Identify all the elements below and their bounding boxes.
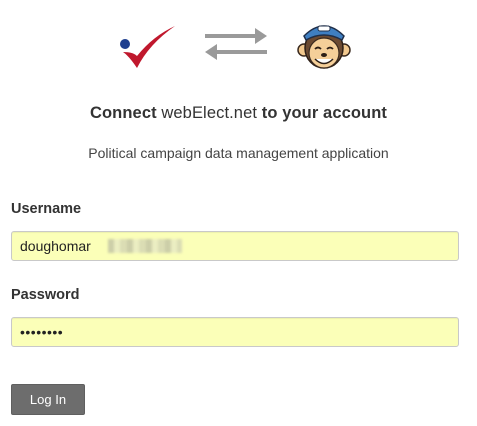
- title-suffix: to your account: [261, 104, 388, 122]
- username-label: Username: [11, 201, 82, 217]
- swap-arrows-icon: [205, 28, 267, 60]
- page-title: Connect webElect.net to your account: [0, 104, 477, 123]
- mailchimp-logo: [297, 25, 351, 69]
- username-input[interactable]: [11, 231, 459, 261]
- connect-account-page: Connect webElect.net to your account Pol…: [0, 0, 477, 426]
- login-button[interactable]: Log In: [11, 384, 85, 415]
- app-description: Political campaign data management appli…: [88, 145, 389, 161]
- logo-row: [0, 18, 477, 74]
- title-app-name: webElect.net: [161, 104, 258, 122]
- password-label: Password: [11, 287, 80, 303]
- title-connect: Connect: [89, 104, 157, 122]
- password-input[interactable]: [11, 317, 459, 347]
- webelect-logo: [120, 26, 175, 68]
